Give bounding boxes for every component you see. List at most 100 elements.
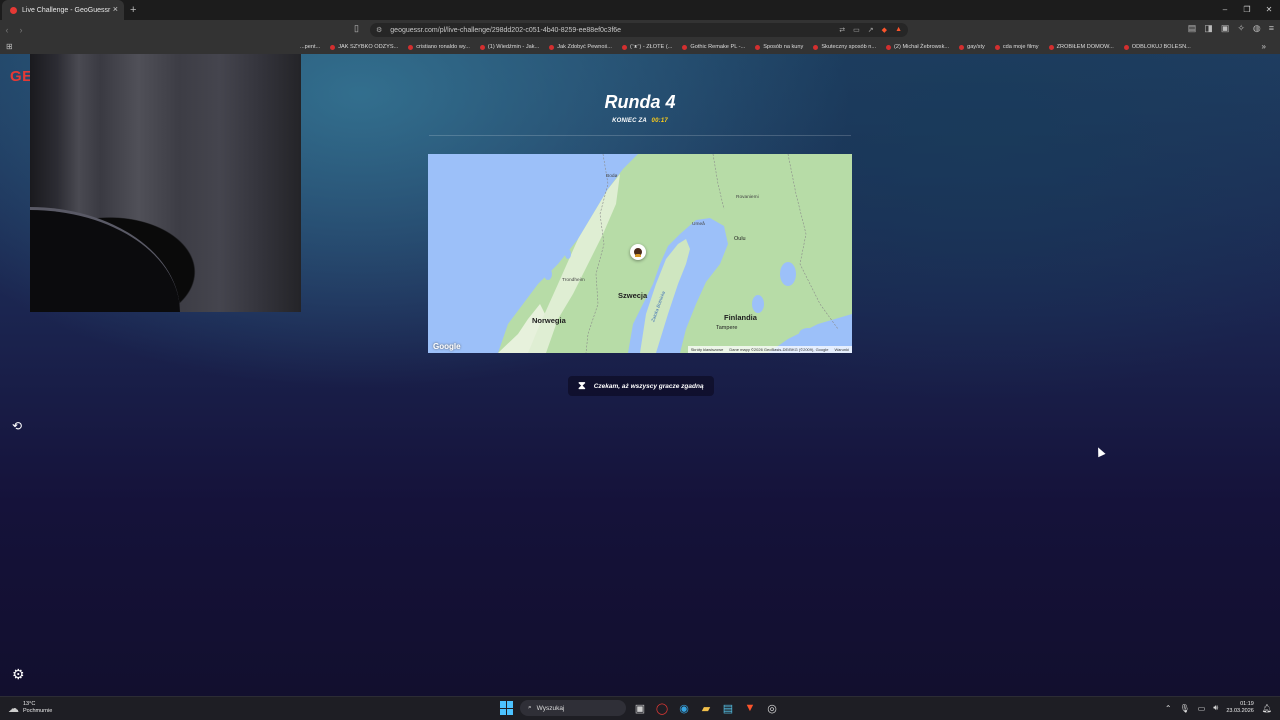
weather-text: 13°C Pochmurnie bbox=[23, 701, 52, 715]
windows-taskbar: ☁ 13°C Pochmurnie ⌕ Wyszukaj ▣ ◯ ◉ ▰ ▤ ▼… bbox=[0, 696, 1280, 720]
hourglass-icon: ⧗ bbox=[578, 379, 586, 392]
bookmark-item[interactable]: cristiano ronaldo wy... bbox=[408, 44, 470, 50]
new-tab-button[interactable]: + bbox=[130, 4, 136, 16]
network-icon[interactable]: ▭ bbox=[1198, 704, 1206, 713]
bookmark-item[interactable]: (2) Michał Żebrowsk... bbox=[886, 44, 949, 50]
player-guess-marker[interactable] bbox=[630, 244, 646, 260]
clock[interactable]: 01:19 23.03.2026 bbox=[1226, 701, 1254, 715]
microphone-icon[interactable]: 🎙︎ bbox=[1180, 704, 1190, 713]
label-tampere: Tampere bbox=[716, 325, 738, 331]
menu-icon[interactable]: ≡ bbox=[1269, 23, 1274, 34]
bookmark-favicon-icon bbox=[813, 44, 819, 50]
back-icon[interactable]: ‹ bbox=[0, 25, 14, 35]
bookmark-favicon-icon bbox=[1048, 44, 1054, 50]
geoguessr-page: GE Runda 4 KONIEC ZA 00:17 Szwecja Norwe… bbox=[0, 54, 1280, 696]
cloud-icon: ☁ bbox=[8, 702, 19, 715]
weather-widget[interactable]: ☁ 13°C Pochmurnie bbox=[8, 701, 52, 715]
bookmark-favicon-icon bbox=[479, 44, 485, 50]
time: 01:19 bbox=[1240, 701, 1254, 707]
edge-icon[interactable]: ◉ bbox=[676, 700, 692, 716]
geoguessr-favicon-icon bbox=[10, 6, 17, 14]
opera-icon[interactable]: ◯ bbox=[654, 700, 670, 716]
bookmark-label: JAK SZYBKO ODZYS... bbox=[338, 44, 399, 50]
bookmark-favicon-icon bbox=[1123, 44, 1129, 50]
bookmark-item[interactable]: gay/sty bbox=[959, 44, 985, 50]
weather-condition: Pochmurnie bbox=[23, 708, 53, 714]
tab-close-icon[interactable]: × bbox=[113, 4, 118, 14]
date: 23.03.2026 bbox=[1226, 708, 1254, 714]
bookmark-favicon-icon bbox=[886, 44, 892, 50]
bookmark-favicon-icon bbox=[408, 44, 414, 50]
notepad-icon[interactable]: ▤ bbox=[720, 700, 736, 716]
bookmark-item[interactable]: Jak Zdobyć Pewnoś... bbox=[549, 44, 612, 50]
obs-icon[interactable]: ◎ bbox=[764, 700, 780, 716]
bookmark-label: gay/sty bbox=[967, 44, 985, 50]
tab-live-challenge[interactable]: Live Challenge - GeoGuessr × bbox=[2, 0, 124, 20]
wallet-icon[interactable]: ▣ bbox=[1221, 23, 1230, 34]
label-finland: Finlandia bbox=[724, 313, 757, 322]
bookmark-icon[interactable]: ▯ bbox=[354, 23, 359, 34]
bookmarks-more-icon[interactable]: » bbox=[1262, 42, 1266, 51]
map-data-credit: Dane mapy ©2026 GeoBasis-DE/BKG (©2009),… bbox=[729, 347, 829, 352]
bookmark-favicon-icon bbox=[330, 44, 336, 50]
address-bar[interactable]: ⚙ geoguessr.com/pl/live-challenge/298dd2… bbox=[370, 23, 908, 37]
bookmark-favicon-icon bbox=[755, 44, 761, 50]
bookmark-favicon-icon bbox=[994, 44, 1000, 50]
taskbar-search[interactable]: ⌕ Wyszukaj bbox=[520, 700, 626, 716]
sidebar-icon[interactable]: ◨ bbox=[1204, 23, 1213, 34]
label-oulu: Oulu bbox=[734, 236, 746, 242]
bookmark-favicon-icon bbox=[959, 44, 965, 50]
volume-icon[interactable]: 🔊︎ bbox=[1213, 703, 1218, 713]
brave-rewards-icon[interactable]: ▲ bbox=[895, 26, 902, 34]
keyboard-shortcuts-link[interactable]: Skróty klawiszowe bbox=[691, 347, 724, 352]
bookmarks-bar: ⊞ ...pent... JAK SZYBKO ODZYS... cristiano… bbox=[0, 40, 1280, 54]
minimize-button[interactable]: – bbox=[1214, 0, 1236, 20]
label-rovaniemi: Rovaniemi bbox=[736, 195, 759, 200]
notification-bell-icon[interactable]: 🔔︎ bbox=[1262, 704, 1272, 713]
bookmark-item[interactable]: (1) Wiedźmin - Jak... bbox=[479, 44, 539, 50]
leo-icon[interactable]: ✧ bbox=[1237, 23, 1245, 34]
toolbar-right: ▤ ◨ ▣ ✧ ◍ ≡ bbox=[1188, 23, 1274, 34]
translate-icon[interactable]: ⇄ bbox=[839, 26, 845, 34]
guess-map[interactable]: Szwecja Norwegia Finlandia Oulu Tampere … bbox=[428, 154, 852, 353]
waiting-text: Czekam, aż wszyscy gracze zgadną bbox=[593, 382, 704, 390]
task-view-icon[interactable]: ▣ bbox=[632, 700, 648, 716]
bookmark-item[interactable]: Gothic Remake PL -... bbox=[682, 44, 745, 50]
brave-icon[interactable]: ▼ bbox=[742, 700, 758, 716]
bookmark-label: (ᵔᴥᵔ) - ZŁOTE (... bbox=[629, 44, 673, 50]
vpn-icon[interactable]: ◍ bbox=[1253, 23, 1261, 34]
reader-icon[interactable]: ▤ bbox=[1188, 23, 1197, 34]
windows-start-icon[interactable] bbox=[500, 701, 514, 715]
brave-shield-icon[interactable]: ◆ bbox=[882, 26, 887, 34]
bookmark-item[interactable]: ODBLOKUJ BOLESN... bbox=[1123, 44, 1191, 50]
bookmark-item[interactable]: Sposób na kuny bbox=[755, 44, 803, 50]
bookmark-label: Gothic Remake PL -... bbox=[690, 44, 746, 50]
terms-link[interactable]: Warunki bbox=[834, 347, 849, 352]
bookmark-item[interactable]: ...pent... bbox=[300, 44, 320, 50]
bookmark-item[interactable]: JAK SZYBKO ODZYS... bbox=[330, 44, 398, 50]
bookmark-favicon-icon bbox=[621, 44, 627, 50]
maximize-button[interactable]: ❐ bbox=[1236, 0, 1258, 20]
microphone-image bbox=[30, 207, 180, 312]
divider bbox=[429, 135, 851, 136]
bookmark-item[interactable]: Skuteczny sposób n... bbox=[813, 44, 876, 50]
bookmark-item[interactable]: (ᵔᴥᵔ) - ZŁOTE (... bbox=[621, 44, 673, 50]
bookmark-label: Jak Zdobyć Pewnoś... bbox=[557, 44, 612, 50]
gear-icon[interactable]: ⚙ bbox=[12, 666, 25, 683]
cast-icon[interactable]: ▭ bbox=[853, 26, 860, 34]
label-umea: Umeå bbox=[692, 222, 705, 227]
share-icon[interactable]: ↗ bbox=[868, 26, 874, 34]
search-placeholder: Wyszukaj bbox=[536, 704, 565, 712]
apps-grid-icon[interactable]: ⊞ bbox=[6, 42, 13, 51]
tray-expand-icon[interactable]: ⌃ bbox=[1165, 704, 1172, 713]
timer-label: KONIEC ZA bbox=[612, 118, 647, 124]
url-text[interactable]: geoguessr.com/pl/live-challenge/298dd202… bbox=[390, 27, 621, 34]
bookmark-item[interactable]: ZROBIŁEM DOMOW... bbox=[1048, 44, 1114, 50]
bookmark-item[interactable]: cda moje filmy bbox=[994, 44, 1039, 50]
site-info-icon[interactable]: ⚙ bbox=[376, 26, 382, 34]
file-explorer-icon[interactable]: ▰ bbox=[698, 700, 714, 716]
forward-icon[interactable]: › bbox=[14, 25, 28, 35]
close-window-button[interactable]: ✕ bbox=[1258, 0, 1280, 20]
camera-switch-icon[interactable]: ⟲ bbox=[12, 419, 22, 433]
browser-toolbar: ‹ › ▯ ⚙ geoguessr.com/pl/live-challenge/… bbox=[0, 20, 1280, 40]
